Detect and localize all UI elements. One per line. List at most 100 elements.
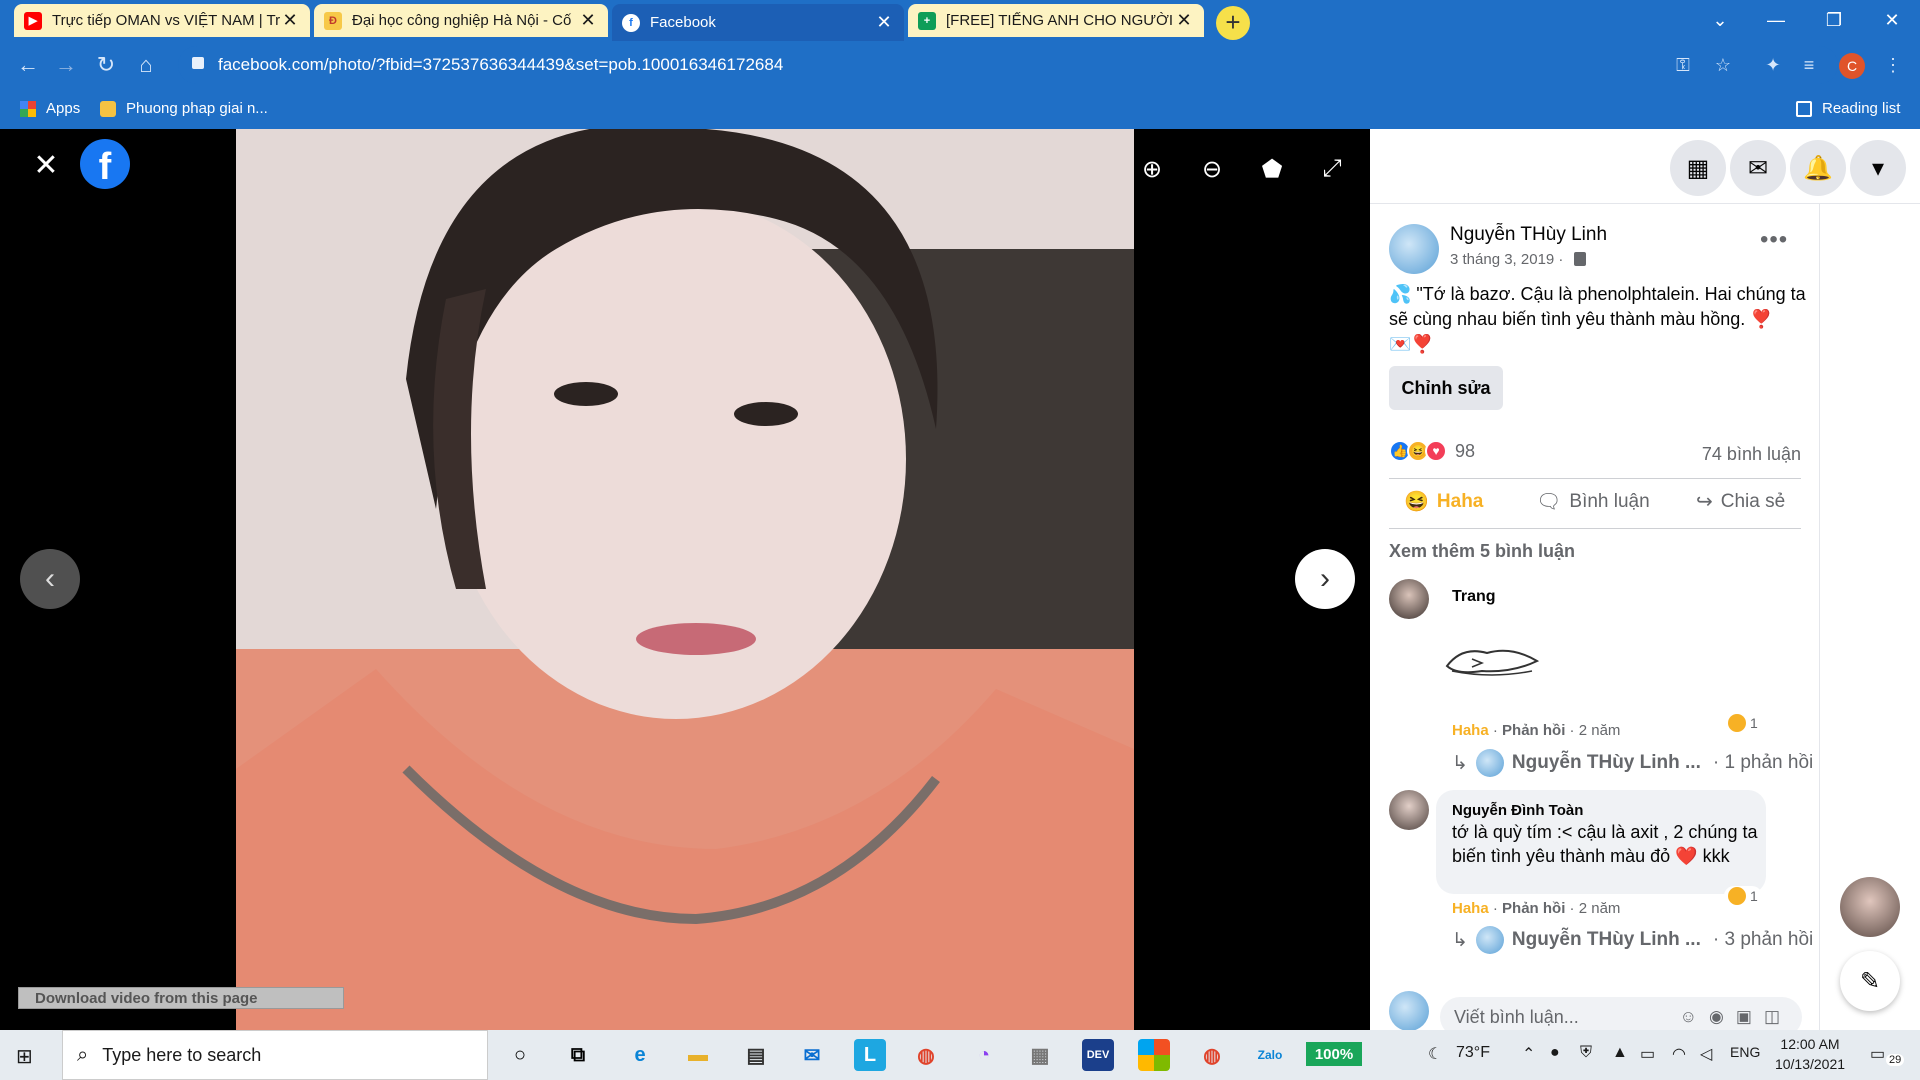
view-more-comments-link[interactable]: Xem thêm 5 bình luận (1389, 541, 1575, 562)
back-icon[interactable]: ← (12, 49, 44, 81)
profile-avatar[interactable]: C (1839, 53, 1865, 79)
comment-age[interactable]: 2 năm (1579, 722, 1621, 739)
weather-moon-icon[interactable]: ☾ (1428, 1044, 1442, 1064)
share-action-button[interactable]: ↪ Chia sẻ (1696, 489, 1785, 514)
reload-icon[interactable]: ↻ (90, 49, 122, 81)
emoji-icon[interactable]: ☺ (1680, 1007, 1709, 1026)
menu-grid-icon[interactable]: ▦ (1670, 140, 1726, 196)
windows-start-icon[interactable]: ⊞ (16, 1044, 38, 1068)
commenter-name[interactable]: Nguyễn Đình Toàn (1452, 802, 1583, 819)
mail-icon[interactable]: ✉ (796, 1039, 828, 1071)
taskbar-search[interactable]: ⌕ Type here to search (62, 1030, 488, 1080)
forward-icon[interactable]: → (50, 49, 82, 81)
close-tab-icon[interactable]: ✕ (578, 10, 598, 31)
comment-haha-link[interactable]: Haha (1452, 900, 1489, 917)
close-window-button[interactable]: ✕ (1862, 0, 1920, 41)
tab-youtube[interactable]: ▶ Trực tiếp OMAN vs VIỆT NAM | Tr ✕ (14, 4, 310, 37)
action-center-icon[interactable]: ▭ (1870, 1044, 1885, 1064)
author-avatar[interactable] (1389, 224, 1439, 274)
minimize-button[interactable]: — (1746, 0, 1806, 41)
nvidia-icon[interactable]: ▲ (1612, 1044, 1628, 1062)
volume-icon[interactable]: ◁ (1700, 1044, 1712, 1064)
battery-tray-icon[interactable]: ▭ (1640, 1044, 1655, 1064)
url-text[interactable]: facebook.com/photo/?fbid=372537636344439… (218, 55, 783, 75)
comment-sticker[interactable] (1442, 641, 1542, 681)
devc-icon[interactable]: DEV (1082, 1039, 1114, 1071)
post-author[interactable]: Nguyễn THùy Linh (1450, 224, 1607, 246)
comment-input[interactable]: Viết bình luận... ☺◉▣◫ (1440, 997, 1802, 1030)
edge-icon[interactable]: e (624, 1039, 656, 1071)
star-icon[interactable]: ☆ (1710, 52, 1736, 78)
task-view-icon[interactable]: ⧉ (562, 1039, 594, 1071)
post-photo[interactable] (236, 129, 1134, 1030)
view-replies-link[interactable]: ↳ Nguyễn THùy Linh ... · 1 phản hồi (1452, 749, 1813, 777)
app-icon[interactable]: ▦ (1024, 1039, 1056, 1071)
menu-icon[interactable]: ⋮ (1880, 52, 1906, 78)
file-explorer-icon[interactable]: ▬ (682, 1039, 714, 1071)
store-icon[interactable]: ▤ (740, 1039, 772, 1071)
sticker-icon[interactable]: ◫ (1764, 1007, 1792, 1026)
post-options-icon[interactable]: ••• (1760, 226, 1788, 254)
close-tab-icon[interactable]: ✕ (1174, 10, 1194, 31)
input-language[interactable]: ENG (1730, 1044, 1760, 1060)
tab-sheets[interactable]: + [FREE] TIẾNG ANH CHO NGƯỜI M ✕ (908, 4, 1204, 37)
comment-count[interactable]: 74 bình luận (1702, 444, 1801, 465)
close-tab-icon[interactable]: ✕ (280, 10, 300, 31)
new-tab-button[interactable]: + (1216, 6, 1250, 40)
comment-haha-link[interactable]: Haha (1452, 722, 1489, 739)
comment-age[interactable]: 2 năm (1579, 900, 1621, 917)
post-date[interactable]: 3 tháng 3, 2019 · (1450, 251, 1586, 268)
haha-action-button[interactable]: 😆 Haha (1404, 489, 1483, 514)
fullscreen-icon[interactable]: ⤢ (1316, 153, 1348, 185)
wifi-icon[interactable]: ◠ (1672, 1044, 1686, 1064)
zalo-icon[interactable]: Zalo (1254, 1039, 1286, 1071)
l-app-icon[interactable]: L (854, 1039, 886, 1071)
comment-reply-link[interactable]: Phản hồi (1502, 722, 1565, 739)
bookmark-apps[interactable]: Apps (20, 100, 80, 117)
gif-icon[interactable]: ▣ (1736, 1007, 1764, 1026)
comment-action-button[interactable]: 🗨 Bình luận (1536, 489, 1650, 514)
lock-icon[interactable] (192, 57, 204, 69)
new-message-icon[interactable]: ✎ (1840, 951, 1900, 1011)
winrar-icon[interactable] (1138, 1039, 1170, 1071)
comment-reply-link[interactable]: Phản hồi (1502, 900, 1565, 917)
reading-list[interactable]: Reading list (1796, 100, 1900, 117)
chrome-icon[interactable]: ◍ (910, 1039, 942, 1071)
current-user-avatar[interactable] (1389, 991, 1429, 1030)
next-photo-button[interactable]: › (1295, 549, 1355, 609)
taskbar-clock[interactable]: 12:00 AM 10/13/2021 (1770, 1034, 1850, 1074)
battery-indicator[interactable]: 100% (1306, 1042, 1362, 1066)
notifications-bell-icon[interactable]: 🔔 (1790, 140, 1846, 196)
commenter-avatar[interactable] (1389, 790, 1429, 830)
close-viewer-icon[interactable]: ✕ (30, 149, 62, 182)
previous-photo-button[interactable]: ‹ (20, 549, 80, 609)
extensions-icon[interactable]: ✦ (1760, 52, 1786, 78)
tab-facebook[interactable]: f Facebook ✕ (612, 4, 904, 41)
facebook-logo-icon[interactable]: f (80, 139, 130, 189)
temperature[interactable]: 73°F (1456, 1044, 1490, 1062)
tag-icon[interactable]: ⬟ (1256, 153, 1288, 185)
close-tab-icon[interactable]: ✕ (874, 12, 894, 33)
camera-icon[interactable]: ◉ (1709, 1007, 1736, 1026)
tab-search-icon[interactable]: ⌄ (1690, 0, 1750, 41)
download-video-bar[interactable]: Download video from this page (18, 987, 344, 1009)
show-hidden-icons[interactable]: ⌃ (1522, 1044, 1535, 1064)
key-icon[interactable]: ⚿ (1670, 52, 1696, 78)
view-replies-link[interactable]: ↳ Nguyễn THùy Linh ... · 3 phản hồi (1452, 926, 1813, 954)
comment-reaction-tag[interactable]: 1 (1724, 886, 1762, 906)
zoom-in-icon[interactable]: ⊕ (1136, 153, 1168, 185)
chrome-profile-icon[interactable]: ◍ (1196, 1039, 1228, 1071)
zoom-out-icon[interactable]: ⊖ (1196, 153, 1228, 185)
tab-haui[interactable]: Đ Đại học công nghiệp Hà Nội - Cố ✕ (314, 4, 608, 37)
comment-reaction-tag[interactable]: 1 (1724, 713, 1762, 733)
commenter-name[interactable]: Trang (1452, 588, 1496, 606)
cortana-icon[interactable]: ○ (504, 1039, 536, 1071)
bookmark-phuong-phap[interactable]: Phuong phap giai n... (100, 100, 268, 117)
restore-button[interactable]: ❐ (1804, 0, 1864, 41)
commenter-avatar[interactable] (1389, 579, 1429, 619)
defender-icon[interactable]: ⛨ (1580, 1044, 1592, 1062)
chat-head-avatar[interactable] (1840, 877, 1900, 937)
edit-post-button[interactable]: Chỉnh sửa (1389, 366, 1503, 410)
messenger-app-icon[interactable]: ◔ (968, 1039, 1000, 1071)
messenger-icon[interactable]: ✉ (1730, 140, 1786, 196)
